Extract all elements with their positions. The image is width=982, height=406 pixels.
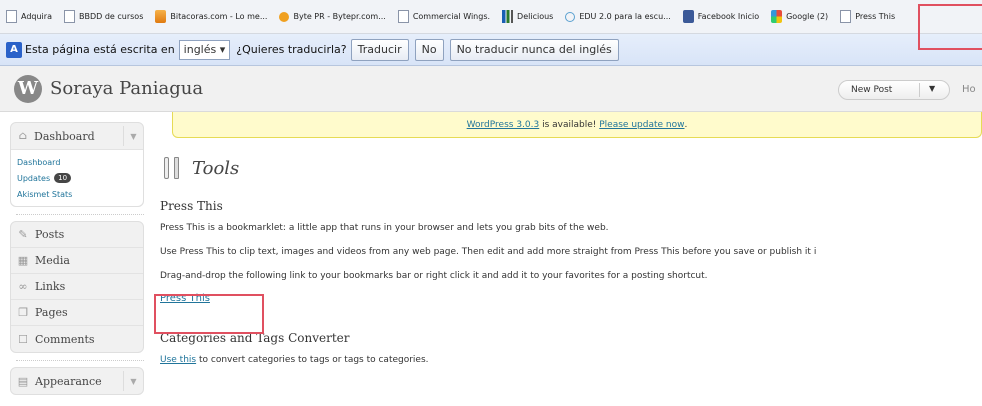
- howdy-text: Ho: [962, 84, 976, 95]
- dashboard-submenu: Dashboard Updates 10 Akismet Stats: [11, 149, 143, 206]
- bookmark-edu[interactable]: EDU 2.0 para la escu...: [565, 11, 671, 22]
- bookmark-facebook[interactable]: Facebook Inicio: [682, 10, 759, 23]
- page-heading: Tools: [192, 157, 240, 179]
- wordpress-version-link[interactable]: WordPress 3.0.3: [467, 120, 540, 130]
- wp-header: W Soraya Paniagua New Post ▼ Ho: [0, 66, 982, 112]
- update-nag: WordPress 3.0.3 is available! Please upd…: [172, 112, 982, 138]
- bytepr-icon: [279, 11, 290, 22]
- language-select[interactable]: inglés ▾: [178, 39, 231, 60]
- bookmark-bitacoras[interactable]: Bitacoras.com - Lo me...: [155, 10, 267, 23]
- menu-separator: [10, 353, 144, 367]
- menu-separator: [10, 207, 144, 221]
- never-translate-button[interactable]: No traducir nunca del inglés: [449, 38, 619, 61]
- use-this-link[interactable]: Use this: [160, 355, 196, 365]
- bookmark-google[interactable]: Google (2): [771, 10, 828, 23]
- translate-question: ¿Quieres traducirla?: [236, 43, 347, 56]
- submenu-akismet[interactable]: Akismet Stats: [17, 186, 143, 202]
- chevron-down-icon: ▼: [929, 84, 936, 93]
- sidebar-item-posts[interactable]: ✎ Posts: [11, 222, 143, 248]
- sidebar-item-pages[interactable]: ❐ Pages: [11, 300, 143, 326]
- sidebar-item-comments[interactable]: ☐ Comments: [11, 326, 143, 352]
- new-post-dropdown[interactable]: New Post ▼: [838, 80, 950, 100]
- chevron-down-icon[interactable]: ▼: [123, 371, 143, 391]
- admin-sidebar: ⌂ Dashboard ▼ Dashboard Updates 10 Akisme…: [10, 122, 144, 395]
- bookmark-bytepr[interactable]: Byte PR - Bytepr.com...: [279, 11, 386, 22]
- dashboard-icon: ⌂: [18, 129, 28, 142]
- edu-icon: [565, 11, 576, 22]
- submenu-dashboard[interactable]: Dashboard: [17, 154, 143, 170]
- bookmark-adquira[interactable]: Adquira: [6, 10, 52, 23]
- categories-converter-text: Use this to convert categories to tags o…: [160, 355, 429, 365]
- highlight-box: [918, 4, 982, 50]
- google-icon: [771, 10, 783, 23]
- appearance-icon: ▤: [17, 374, 29, 388]
- chevron-down-icon[interactable]: ▼: [123, 126, 143, 146]
- updates-count-badge: 10: [54, 173, 72, 183]
- sidebar-item-media[interactable]: ▦ Media: [11, 248, 143, 274]
- translate-bar: A Esta página está escrita en inglés ▾ ¿…: [0, 34, 982, 66]
- tools-icon: [160, 155, 184, 181]
- highlight-box: [154, 294, 264, 334]
- dashboard-menu: ⌂ Dashboard ▼ Dashboard Updates 10 Akisme…: [10, 122, 144, 207]
- page-icon: [6, 10, 17, 23]
- press-this-description: Press This is a bookmarklet: a little ap…: [160, 223, 609, 233]
- bitacoras-icon: [155, 10, 167, 23]
- media-icon: ▦: [17, 254, 29, 267]
- content-menu: ✎ Posts ▦ Media ∞ Links ❐ Pages ☐ Comments: [10, 221, 144, 353]
- site-name[interactable]: Soraya Paniagua: [50, 78, 203, 99]
- page-title: Tools: [160, 150, 982, 186]
- appearance-menu: ▤ Appearance ▼: [10, 367, 144, 395]
- main-content: Tools Press This Press This is a bookmar…: [160, 150, 982, 372]
- page-icon: [63, 10, 75, 23]
- bookmarks-bar: Adquira BBDD de cursos Bitacoras.com - L…: [0, 0, 982, 34]
- bookmark-commercial-wings[interactable]: Commercial Wings.: [397, 10, 490, 23]
- page-icon: [840, 10, 852, 23]
- sidebar-item-links[interactable]: ∞ Links: [11, 274, 143, 300]
- no-button[interactable]: No: [414, 38, 444, 61]
- bookmark-bbdd[interactable]: BBDD de cursos: [63, 10, 143, 23]
- facebook-icon: [682, 10, 694, 23]
- wordpress-logo-icon[interactable]: W: [14, 74, 42, 103]
- press-this-heading: Press This: [160, 199, 223, 213]
- pushpin-icon: ✎: [18, 228, 28, 241]
- sidebar-item-appearance[interactable]: ▤ Appearance ▼: [11, 368, 143, 394]
- press-this-instructions: Drag-and-drop the following link to your…: [160, 271, 708, 281]
- translate-button[interactable]: Traducir: [350, 38, 409, 61]
- press-this-usage: Use Press This to clip text, images and …: [160, 247, 817, 257]
- press-this-bookmarklet-link[interactable]: Press This: [160, 288, 982, 308]
- delicious-icon: [502, 10, 514, 23]
- translate-icon: A: [6, 41, 22, 58]
- bookmark-delicious[interactable]: Delicious: [502, 10, 553, 23]
- chevron-down-icon: ▾: [219, 43, 226, 56]
- update-now-link[interactable]: Please update now: [599, 120, 684, 130]
- translate-text: Esta página está escrita en: [25, 43, 175, 56]
- bookmark-press-this[interactable]: Press This: [840, 10, 895, 23]
- sidebar-item-dashboard[interactable]: ⌂ Dashboard ▼: [11, 123, 143, 149]
- submenu-updates[interactable]: Updates 10: [17, 170, 143, 186]
- page-icon: [397, 10, 409, 23]
- pages-icon: ❐: [18, 306, 28, 319]
- categories-converter-heading: Categories and Tags Converter: [160, 331, 350, 345]
- links-icon: ∞: [18, 280, 28, 293]
- comments-icon: ☐: [18, 332, 28, 346]
